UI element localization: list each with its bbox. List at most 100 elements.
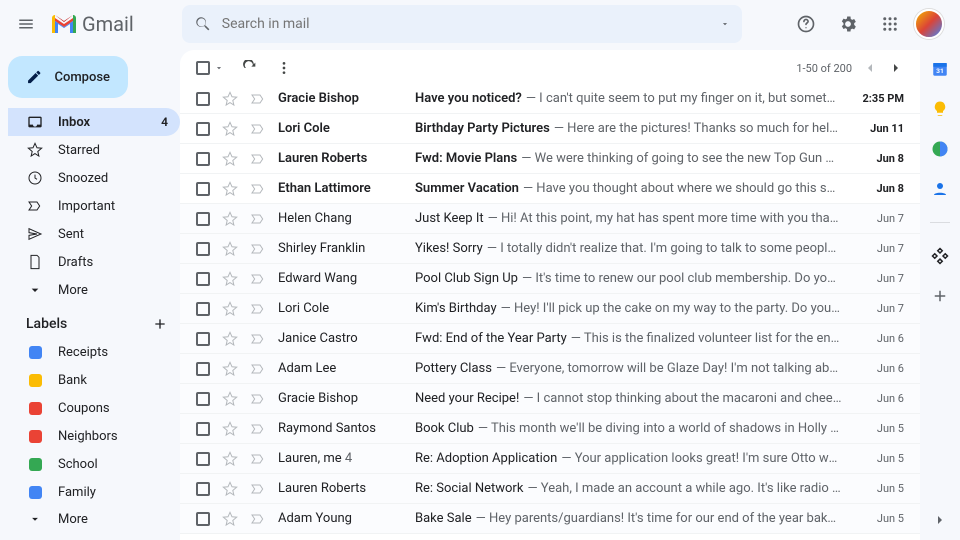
important-icon[interactable] (250, 421, 266, 437)
keep-icon[interactable] (931, 100, 949, 118)
compose-button[interactable]: Compose (8, 56, 128, 98)
email-row[interactable]: Gracie BishopHave you noticed? — I can't… (180, 84, 920, 114)
important-icon[interactable] (250, 151, 266, 167)
nav-more[interactable]: More (8, 276, 180, 304)
collapse-panel-icon[interactable] (932, 512, 948, 528)
refresh-icon[interactable] (242, 60, 258, 76)
email-subject: Just Keep It (415, 211, 484, 226)
email-subject: Birthday Party Pictures (415, 121, 550, 136)
email-row[interactable]: Lori ColeKim's Birthday — Hey! I'll pick… (180, 294, 920, 324)
select-dropdown-icon[interactable] (214, 63, 224, 73)
more-icon[interactable] (276, 60, 292, 76)
email-checkbox[interactable] (196, 362, 210, 376)
important-icon[interactable] (250, 121, 266, 137)
gmail-logo[interactable]: Gmail (52, 12, 134, 36)
add-label-icon[interactable] (152, 316, 168, 332)
important-icon[interactable] (250, 241, 266, 257)
support-button[interactable] (788, 6, 824, 42)
main-menu-button[interactable] (8, 6, 44, 42)
search-bar[interactable] (182, 5, 742, 43)
search-options-icon[interactable] (720, 19, 730, 29)
label-family[interactable]: Family (8, 478, 180, 506)
star-icon[interactable] (222, 301, 238, 317)
settings-button[interactable] (830, 6, 866, 42)
email-checkbox[interactable] (196, 302, 210, 316)
email-checkbox[interactable] (196, 332, 210, 346)
star-icon[interactable] (222, 211, 238, 227)
important-icon[interactable] (250, 211, 266, 227)
email-row[interactable]: Ethan LattimoreSummer Vacation — Have yo… (180, 174, 920, 204)
nav-sent[interactable]: Sent (8, 220, 180, 248)
label-bank[interactable]: Bank (8, 366, 180, 394)
important-icon[interactable] (250, 181, 266, 197)
email-row[interactable]: Gracie BishopNeed your Recipe! — I canno… (180, 384, 920, 414)
star-icon[interactable] (222, 481, 238, 497)
star-icon[interactable] (222, 121, 238, 137)
tasks-icon[interactable] (931, 140, 949, 158)
email-checkbox[interactable] (196, 182, 210, 196)
email-row[interactable]: Lauren RobertsRe: Social Network — Yeah,… (180, 474, 920, 504)
email-row[interactable]: Shirley FranklinYikes! Sorry — I totally… (180, 234, 920, 264)
star-icon[interactable] (222, 181, 238, 197)
email-checkbox[interactable] (196, 212, 210, 226)
select-all-checkbox[interactable] (196, 61, 210, 75)
search-input[interactable] (222, 16, 710, 32)
important-icon[interactable] (250, 511, 266, 527)
star-icon[interactable] (222, 451, 238, 467)
email-row[interactable]: Janice CastroFwd: End of the Year Party … (180, 324, 920, 354)
star-icon[interactable] (222, 91, 238, 107)
star-icon[interactable] (222, 151, 238, 167)
star-icon[interactable] (222, 331, 238, 347)
star-icon[interactable] (222, 271, 238, 287)
calendar-icon[interactable]: 31 (931, 60, 949, 78)
labels-more[interactable]: More (8, 506, 180, 532)
email-checkbox[interactable] (196, 152, 210, 166)
addons-icon[interactable] (931, 247, 949, 265)
account-avatar[interactable] (914, 9, 944, 39)
star-icon[interactable] (222, 391, 238, 407)
contacts-icon[interactable] (931, 180, 949, 198)
star-icon[interactable] (222, 511, 238, 527)
email-checkbox[interactable] (196, 422, 210, 436)
important-icon[interactable] (250, 91, 266, 107)
label-school[interactable]: School (8, 450, 180, 478)
star-icon[interactable] (222, 361, 238, 377)
email-row[interactable]: Lauren RobertsFwd: Movie Plans — We were… (180, 144, 920, 174)
email-checkbox[interactable] (196, 92, 210, 106)
nav-inbox[interactable]: Inbox4 (8, 108, 180, 136)
email-checkbox[interactable] (196, 482, 210, 496)
important-icon[interactable] (250, 361, 266, 377)
email-checkbox[interactable] (196, 122, 210, 136)
star-icon[interactable] (222, 241, 238, 257)
email-row[interactable]: Adam LeePottery Class — Everyone, tomorr… (180, 354, 920, 384)
label-receipts[interactable]: Receipts (8, 338, 180, 366)
apps-button[interactable] (872, 6, 908, 42)
nav-clock[interactable]: Snoozed (8, 164, 180, 192)
important-icon[interactable] (250, 301, 266, 317)
important-icon[interactable] (250, 331, 266, 347)
star-icon[interactable] (222, 421, 238, 437)
label-coupons[interactable]: Coupons (8, 394, 180, 422)
email-row[interactable]: Lauren, me 4Re: Adoption Application — Y… (180, 444, 920, 474)
email-checkbox[interactable] (196, 242, 210, 256)
nav-draft[interactable]: Drafts (8, 248, 180, 276)
next-page-icon[interactable] (888, 60, 904, 76)
email-row[interactable]: Lori ColeBirthday Party Pictures — Here … (180, 114, 920, 144)
email-checkbox[interactable] (196, 272, 210, 286)
email-row[interactable]: Edward WangPool Club Sign Up — It's time… (180, 264, 920, 294)
email-checkbox[interactable] (196, 392, 210, 406)
nav-important[interactable]: Important (8, 192, 180, 220)
plus-icon[interactable] (931, 287, 949, 305)
label-neighbors[interactable]: Neighbors (8, 422, 180, 450)
email-row[interactable]: Helen ChangJust Keep It — Hi! At this po… (180, 204, 920, 234)
important-icon[interactable] (250, 271, 266, 287)
important-icon[interactable] (250, 451, 266, 467)
email-row[interactable]: Adam YoungBake Sale — Hey parents/guardi… (180, 504, 920, 534)
email-checkbox[interactable] (196, 452, 210, 466)
email-row[interactable]: Raymond SantosBook Club — This month we'… (180, 414, 920, 444)
important-icon[interactable] (250, 481, 266, 497)
important-icon[interactable] (250, 391, 266, 407)
prev-page-icon[interactable] (862, 60, 878, 76)
email-checkbox[interactable] (196, 512, 210, 526)
nav-star[interactable]: Starred (8, 136, 180, 164)
